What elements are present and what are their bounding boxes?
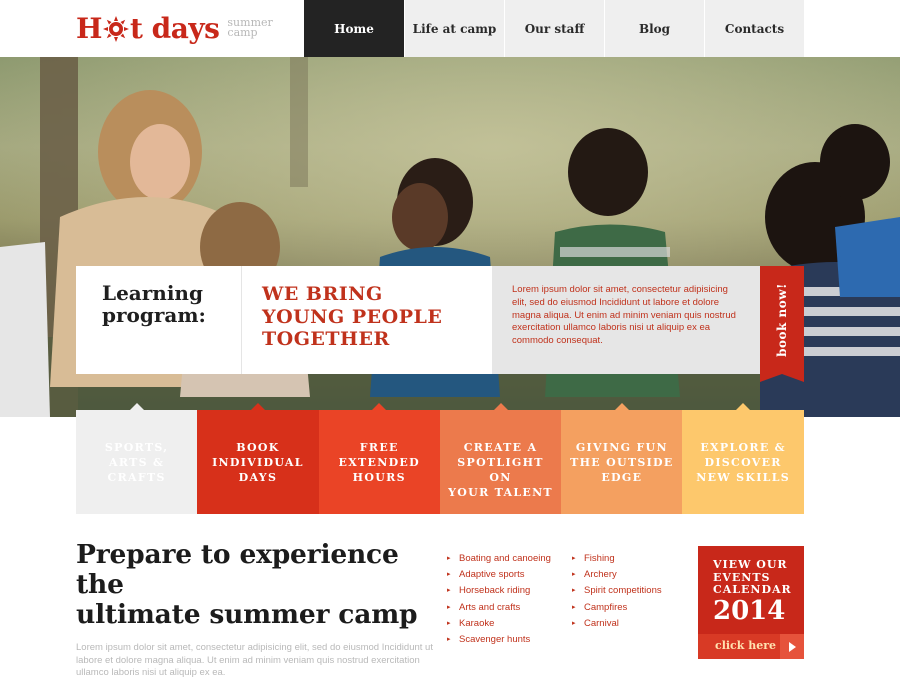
site-logo[interactable]: H t days summer camp — [76, 12, 273, 46]
sun-icon — [102, 16, 129, 42]
list-item[interactable]: Boating and canoeing — [447, 551, 551, 567]
prepare-section: Prepare to experience the ultimate summe… — [76, 540, 446, 679]
logo-tagline: summer camp — [227, 16, 273, 39]
prepare-text: Lorem ipsum dolor sit amet, consectetur … — [76, 642, 433, 678]
list-item[interactable]: Carnival — [572, 616, 662, 632]
tile-explore-discover[interactable]: EXPLORE & DISCOVER NEW SKILLS — [682, 403, 804, 514]
tile-create-spotlight[interactable]: CREATE A SPOTLIGHT ON YOUR TALENT — [439, 403, 562, 514]
site-header: H t days summer camp Home Life at camp O… — [0, 0, 900, 57]
book-now-ribbon-tail — [760, 374, 804, 382]
program-headline: WE BRING YOUNG PEOPLE TOGETHER — [242, 266, 492, 374]
list-item[interactable]: Scavenger hunts — [447, 632, 551, 648]
feature-tiles: SPORTS, ARTS & CRAFTS BOOK INDIVIDUAL DAYS F… — [76, 403, 804, 514]
tile-sports-arts-crafts[interactable]: SPORTS, ARTS & CRAFTS — [76, 403, 198, 514]
list-item[interactable]: Adaptive sports — [447, 567, 551, 583]
list-item[interactable]: Campfires — [572, 600, 662, 616]
list-item[interactable]: Karaoke — [447, 616, 551, 632]
nav-contacts[interactable]: Contacts — [704, 0, 804, 57]
main-nav: Home Life at camp Our staff Blog Contact… — [304, 0, 804, 57]
nav-home[interactable]: Home — [304, 0, 404, 57]
nav-life-at-camp[interactable]: Life at camp — [404, 0, 504, 57]
events-calendar-box[interactable]: VIEW OUR EVENTS CALENDAR 2014 click here — [698, 546, 804, 659]
tile-giving-fun[interactable]: GIVING FUN THE OUTSIDE EDGE — [561, 403, 683, 514]
click-here-label: click here — [715, 639, 776, 652]
list-item[interactable]: Arts and crafts — [447, 600, 551, 616]
nav-blog[interactable]: Blog — [604, 0, 704, 57]
activities-list-1: Boating and canoeing Adaptive sports Hor… — [447, 551, 551, 648]
prepare-title: Prepare to experience the ultimate summe… — [76, 539, 418, 630]
activities-list-2: Fishing Archery Spirit competitions Camp… — [572, 551, 662, 632]
click-here-button[interactable]: click here — [698, 634, 804, 659]
events-line-1: VIEW OUR — [713, 558, 788, 571]
events-year: 2014 — [713, 595, 786, 626]
learning-program-banner: Learning program: WE BRING YOUNG PEOPLE … — [76, 266, 760, 374]
book-now-label: book now! — [775, 283, 789, 357]
program-description: Lorem ipsum dolor sit amet, consectetur … — [492, 266, 760, 374]
events-line-3: CALENDAR — [713, 583, 792, 596]
book-now-button[interactable]: book now! — [760, 266, 804, 374]
logo-text-h: H — [76, 12, 102, 45]
nav-our-staff[interactable]: Our staff — [504, 0, 604, 57]
program-label: Learning program: — [76, 266, 242, 374]
list-item[interactable]: Archery — [572, 567, 662, 583]
tile-book-individual-days[interactable]: BOOK INDIVIDUAL DAYS — [197, 403, 319, 514]
list-item[interactable]: Horseback riding — [447, 583, 551, 599]
arrow-right-icon — [780, 634, 804, 659]
logo-text-days: t days — [129, 12, 220, 45]
list-item[interactable]: Fishing — [572, 551, 662, 567]
tile-free-extended-hours[interactable]: FREE EXTENDED HOURS — [318, 403, 440, 514]
list-item[interactable]: Spirit competitions — [572, 583, 662, 599]
